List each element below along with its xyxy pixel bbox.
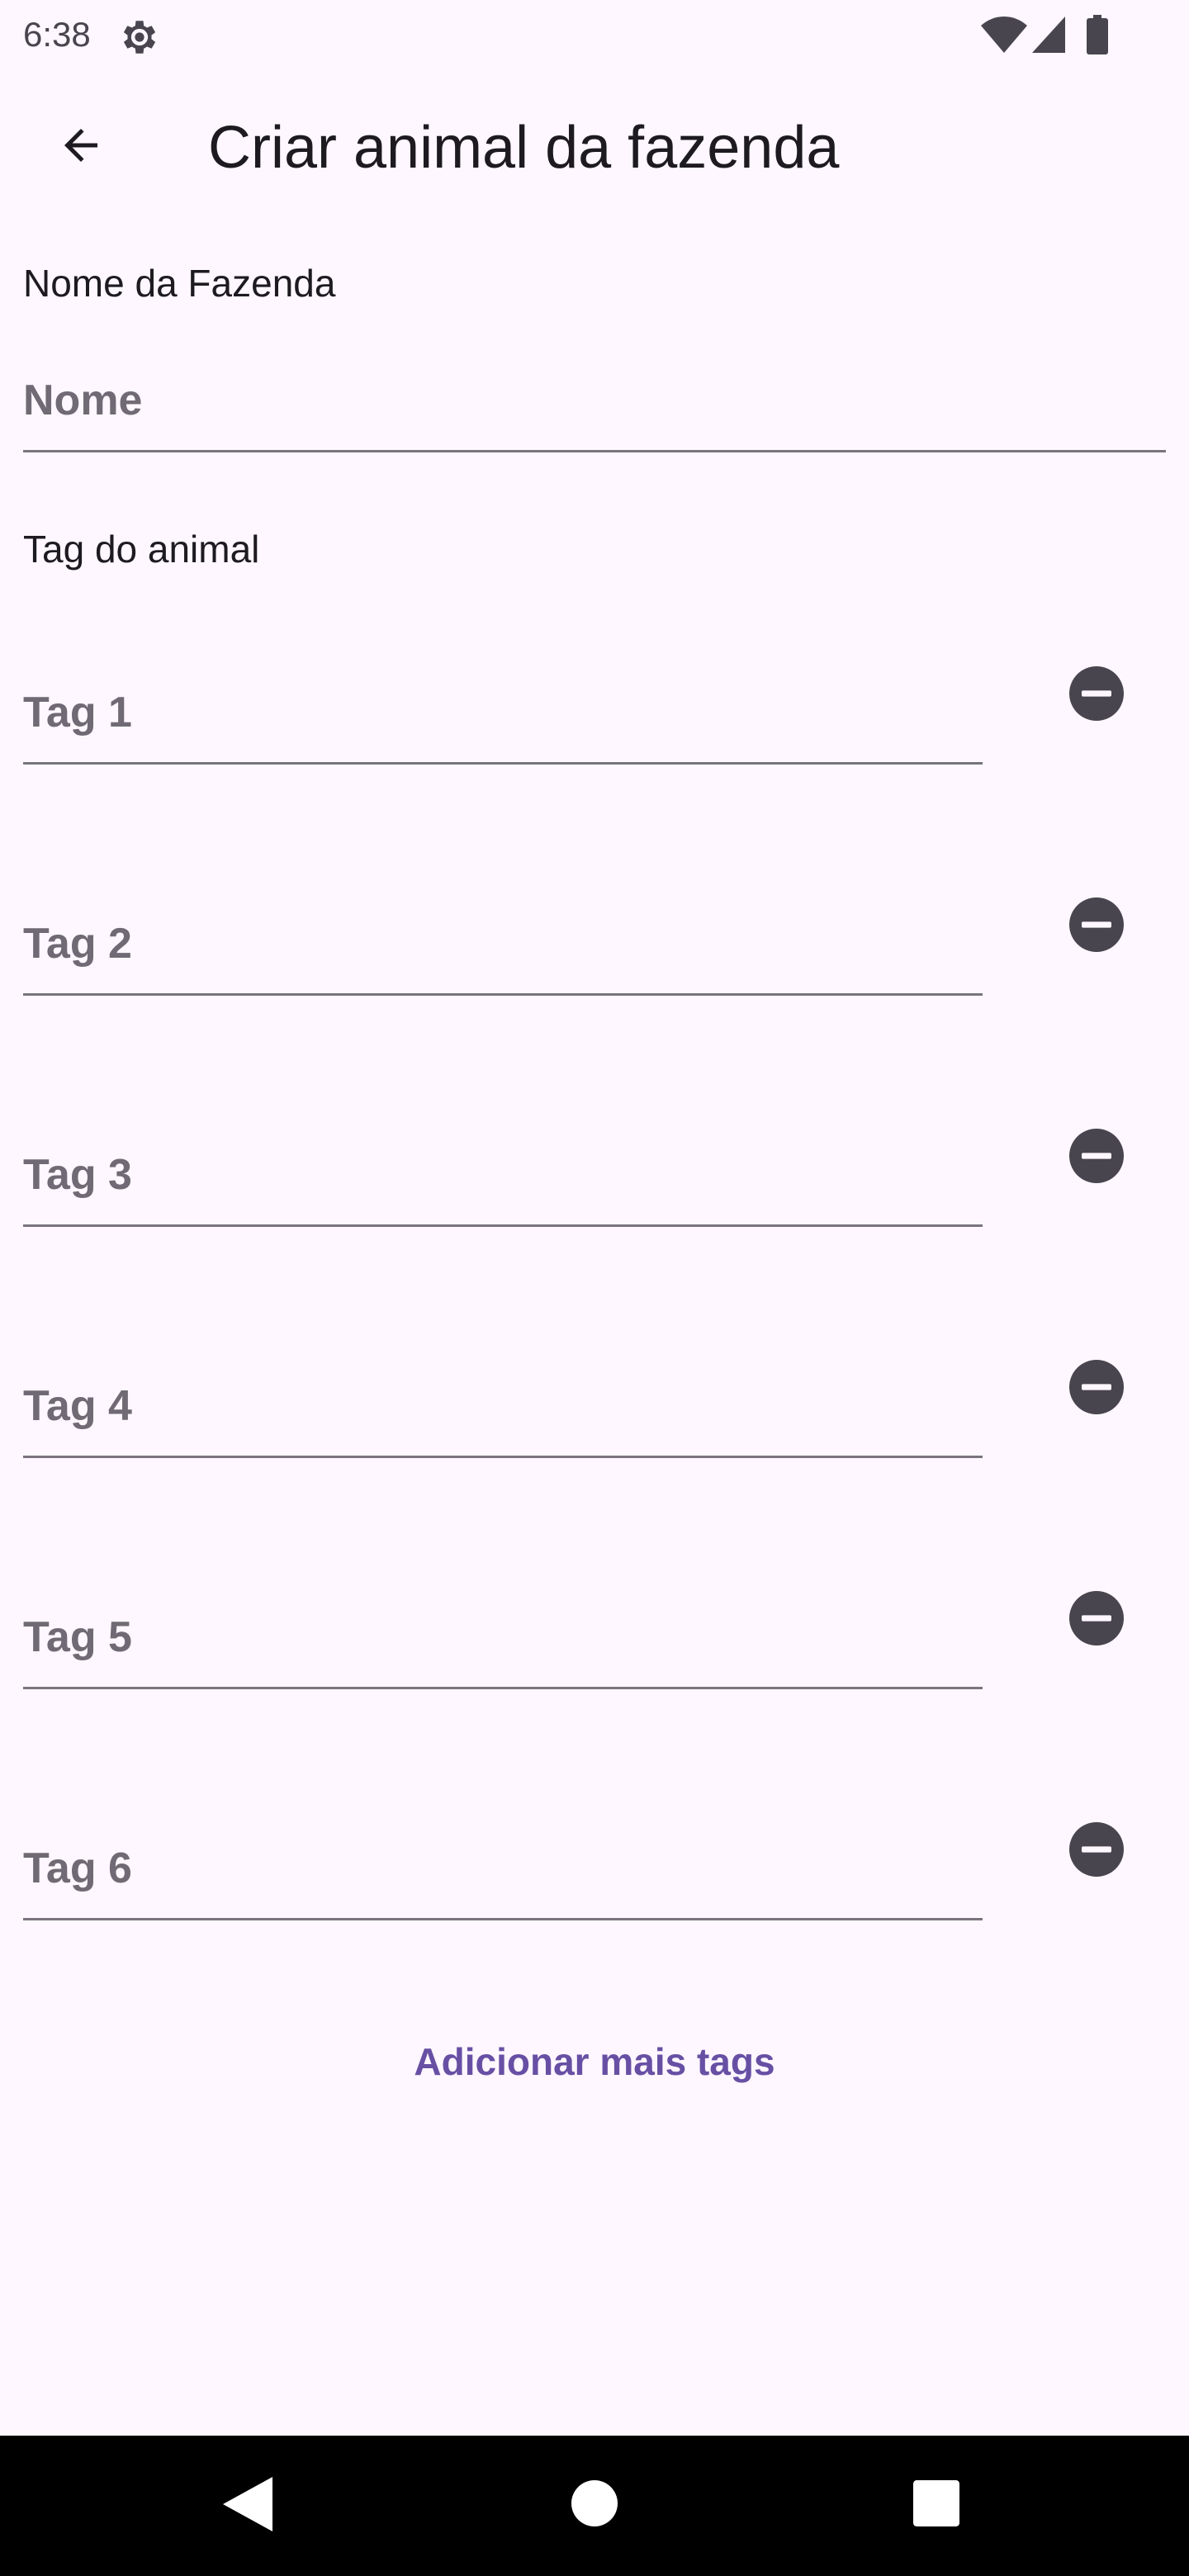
tag-input-6[interactable]: [23, 1844, 983, 1893]
status-bar: 6:38: [0, 0, 1189, 69]
tag-field-3[interactable]: [23, 1128, 983, 1227]
add-more-tags-button[interactable]: Adicionar mais tags: [0, 2039, 1189, 2084]
tag-input-1[interactable]: [23, 688, 983, 737]
tag-field-4[interactable]: [23, 1359, 983, 1458]
tag-section-label: Tag do animal: [23, 528, 260, 571]
remove-tag-5-button[interactable]: [1067, 1589, 1126, 1648]
remove-tag-2-button[interactable]: [1067, 895, 1126, 954]
app-bar: Criar animal da fazenda: [0, 83, 1189, 215]
nav-home-icon[interactable]: [571, 2480, 618, 2526]
wifi-icon: [981, 17, 1027, 53]
remove-circle-icon: [1069, 666, 1124, 721]
status-time: 6:38: [23, 15, 91, 54]
nav-back-icon[interactable]: [223, 2477, 272, 2531]
remove-circle-icon: [1069, 1591, 1124, 1646]
farm-name-field[interactable]: [23, 353, 1166, 452]
tag-field-6[interactable]: [23, 1821, 983, 1920]
remove-tag-6-button[interactable]: [1067, 1820, 1126, 1879]
tag-input-5[interactable]: [23, 1612, 983, 1662]
signal-icon: [1032, 17, 1065, 53]
tag-field-1[interactable]: [23, 665, 983, 765]
farm-name-input[interactable]: [23, 376, 1166, 425]
remove-circle-icon: [1069, 897, 1124, 952]
tag-input-4[interactable]: [23, 1381, 983, 1431]
farm-name-label: Nome da Fazenda: [23, 262, 336, 305]
tag-input-2[interactable]: [23, 919, 983, 968]
back-button[interactable]: [40, 104, 122, 187]
tag-input-3[interactable]: [23, 1150, 983, 1200]
remove-tag-1-button[interactable]: [1067, 664, 1126, 723]
page-title: Criar animal da fazenda: [208, 115, 840, 181]
gear-icon: [123, 21, 156, 54]
remove-circle-icon: [1069, 1822, 1124, 1877]
remove-circle-icon: [1069, 1360, 1124, 1414]
remove-circle-icon: [1069, 1129, 1124, 1183]
nav-recents-icon[interactable]: [913, 2480, 959, 2526]
arrow-back-icon: [64, 129, 97, 162]
battery-icon: [1087, 15, 1108, 54]
remove-tag-4-button[interactable]: [1067, 1357, 1126, 1417]
system-nav-bar: [0, 2436, 1189, 2576]
tag-field-2[interactable]: [23, 897, 983, 996]
remove-tag-3-button[interactable]: [1067, 1126, 1126, 1186]
tag-field-5[interactable]: [23, 1590, 983, 1689]
